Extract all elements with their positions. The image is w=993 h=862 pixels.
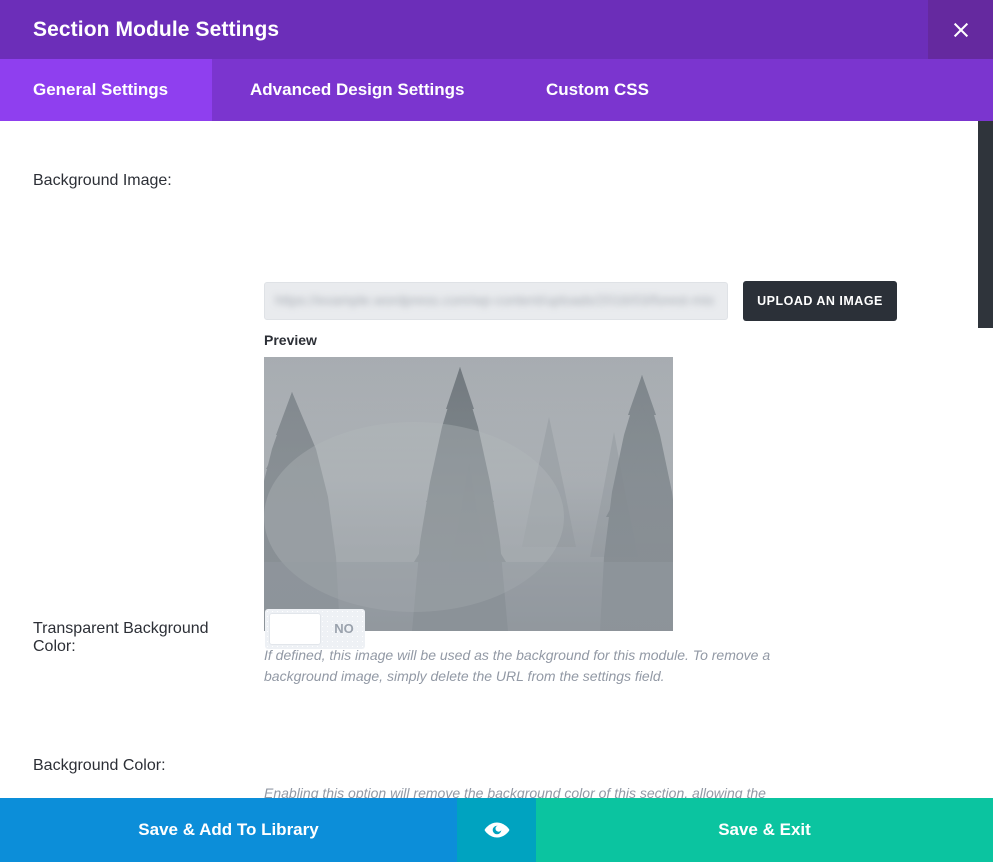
- misty-forest-photo: [264, 357, 673, 631]
- modal-footer: Save & Add To Library Save & Exit: [0, 798, 993, 862]
- scrollbar-thumb[interactable]: [978, 121, 993, 328]
- tab-general-settings[interactable]: General Settings: [0, 59, 212, 121]
- tab-bar: General Settings Advanced Design Setting…: [0, 59, 993, 121]
- scrollbar-track[interactable]: [978, 121, 993, 798]
- background-color-label: Background Color:: [33, 757, 166, 774]
- transparent-background-color-toggle[interactable]: NO: [265, 609, 365, 649]
- page-title: Section Module Settings: [33, 18, 280, 41]
- preview-label: Preview: [264, 332, 317, 348]
- tab-custom-css-label: Custom CSS: [546, 80, 649, 99]
- toggle-knob: [269, 613, 321, 645]
- background-image-url-value: https://example.wordpress.com/wp-content…: [275, 292, 715, 308]
- save-and-add-to-library-button[interactable]: Save & Add To Library: [0, 798, 457, 862]
- transparent-background-color-help-text: Enabling this option will remove the bac…: [264, 785, 766, 798]
- transparent-background-color-label: Transparent Background Color:: [33, 620, 209, 656]
- section-module-settings-modal: Section Module Settings General Settings…: [0, 0, 993, 862]
- eye-icon: [484, 822, 509, 838]
- background-image-label: Background Image:: [33, 172, 172, 189]
- tab-custom-css[interactable]: Custom CSS: [513, 59, 682, 121]
- close-icon: [952, 21, 970, 39]
- background-image-url-input[interactable]: https://example.wordpress.com/wp-content…: [264, 282, 728, 320]
- background-image-help-text: If defined, this image will be used as t…: [264, 647, 771, 684]
- save-and-exit-button[interactable]: Save & Exit: [536, 798, 993, 862]
- preview-button[interactable]: [457, 798, 536, 862]
- toggle-value-label: NO: [334, 621, 354, 636]
- close-button[interactable]: [928, 0, 993, 59]
- tab-advanced-design-settings-label: Advanced Design Settings: [250, 80, 465, 99]
- background-image-preview: [264, 357, 673, 631]
- settings-form: Background Image: https://example.wordpr…: [0, 121, 993, 798]
- tab-advanced-design-settings[interactable]: Advanced Design Settings: [212, 59, 497, 121]
- upload-an-image-button[interactable]: UPLOAD AN IMAGE: [743, 281, 897, 321]
- tab-general-settings-label: General Settings: [33, 80, 169, 99]
- modal-header: Section Module Settings: [0, 0, 993, 59]
